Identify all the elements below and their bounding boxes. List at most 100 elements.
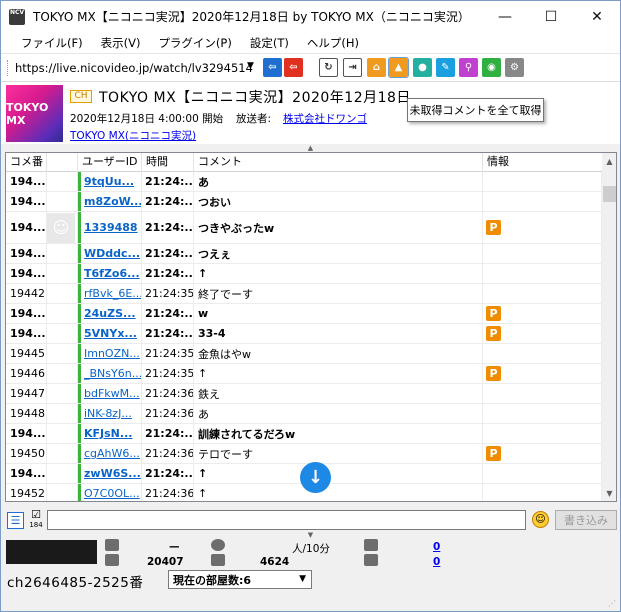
comment-number: 194... [6,324,47,343]
menu-view[interactable]: 表示(V) [101,35,141,51]
home-icon[interactable]: ⌂ [367,58,386,77]
scroll-down-icon[interactable]: ▼ [602,485,616,501]
community-link[interactable]: TOKYO MX(ニコニコ実況) [70,128,196,143]
disconnect-icon[interactable]: ⇦ [284,58,303,77]
post-button[interactable]: 書き込み [555,510,617,530]
table-row[interactable]: 19446 _BNsY6n... 21:24:35 ↑ P [6,364,602,384]
menu-plugin[interactable]: プラグイン(P) [158,35,231,51]
close-button[interactable]: ✕ [574,1,620,32]
on-icon[interactable]: ◉ [482,58,501,77]
url-combobox[interactable]: https://live.nicovideo.jp/watch/lv329451… [15,58,265,78]
user-id-link[interactable]: bdFkwM... [78,384,142,403]
comment-number: 194... [6,264,47,283]
hamburger-menu-icon[interactable]: ☰ [7,512,24,529]
avatar-cell [47,284,78,303]
table-row[interactable]: 194... 9tqUu... 21:24:... あ [6,172,602,192]
maximize-button[interactable]: ☐ [528,1,574,32]
user-id-link[interactable]: zwW6S... [78,464,142,483]
comment-grid[interactable]: コメ番 ユーザーID 時間 コメント 情報 194... 9tqUu... 21:2… [5,152,617,502]
column-header-no[interactable]: コメ番 [6,153,47,172]
comment-time: 21:24:... [142,264,194,283]
title-bar[interactable]: NCV TOKYO MX【ニコニコ実況】2020年12月18日 by TOKYO… [1,1,620,32]
chat-icon[interactable]: ✎ [436,58,455,77]
column-header-info[interactable]: 情報 [483,153,602,172]
column-header-user[interactable]: ユーザーID [78,153,142,172]
refresh-icon[interactable]: ↻ [319,58,338,77]
room-select[interactable]: 現在の部屋数:6 ▼ [168,570,312,589]
gear-icon[interactable]: ⚙ [505,58,524,77]
comment-text: 33-4 [194,324,483,343]
stats-panel: — 20407 人/10分 4624 0 0 [1,538,620,568]
comment-number: 194... [6,172,47,191]
comment-time: 21:24:36 [142,384,194,403]
menu-settings[interactable]: 設定(T) [250,35,289,51]
url-dropdown-icon[interactable]: ▼ [247,61,254,71]
user-id-link[interactable]: T6fZo6... [78,264,142,283]
table-row[interactable]: 19442 rfBvk_6E... 21:24:35 終了でーす [6,284,602,304]
splitter-handle[interactable]: ▲ [1,144,620,152]
info-cell [483,192,602,211]
user-id-link[interactable]: O7C0OL... [78,484,142,501]
info-cell [483,264,602,283]
table-row[interactable]: 194... ☺ 1339488 21:24:... つきやぶったw P [6,212,602,244]
user-id-link[interactable]: 5VNYx... [78,324,142,343]
table-row[interactable]: 194... T6fZo6... 21:24:... ↑ [6,264,602,284]
comment-count-dash: — [169,541,180,553]
table-row[interactable]: 194... m8ZoW... 21:24:... つおい [6,192,602,212]
get-all-icon[interactable]: ▲ [388,57,409,78]
toolbar-grip [7,60,9,76]
user-icon[interactable]: ● [413,58,432,77]
avatar-cell [47,304,78,323]
export-icon[interactable]: ⇥ [343,58,362,77]
vertical-scrollbar[interactable]: ▲ ▼ [602,153,616,501]
comment-bubble-icon [105,539,119,551]
table-row[interactable]: 19448 iNK-8zJ... 21:24:36 あ [6,404,602,424]
table-row[interactable]: 194... 24uZS... 21:24:... w P [6,304,602,324]
avatar-cell [47,404,78,423]
user-id-link[interactable]: 24uZS... [78,304,142,323]
table-row[interactable]: 19450 cgAhW6... 21:24:36 テロでーす P [6,444,602,464]
table-row[interactable]: 19447 bdFkwM... 21:24:36 鉄え [6,384,602,404]
user-id-link[interactable]: _BNsY6n... [78,364,142,383]
user-id-link[interactable]: cgAhW6... [78,444,142,463]
viewer-count: 4624 [260,556,290,568]
avatar-cell [47,244,78,263]
ad-points-link[interactable]: 0 [433,541,440,553]
minimize-button[interactable]: — [482,1,528,32]
table-row[interactable]: 19445 ImnOZN... 21:24:35 金魚はやw [6,344,602,364]
checkbox-icon: ☑ [31,508,41,521]
resize-grip-icon[interactable]: ⋰ [608,599,616,608]
user-id-link[interactable]: rfBvk_6E... [78,284,142,303]
table-row[interactable]: 194... KFJsN... 21:24:... 訓練されてるだろw [6,424,602,444]
column-header-avatar[interactable] [47,153,78,172]
menu-help[interactable]: ヘルプ(H) [307,35,359,51]
broadcaster-link[interactable]: 株式会社ドワンゴ [283,111,367,126]
emoji-icon[interactable]: ☺ [532,511,549,528]
app-window: NCV TOKYO MX【ニコニコ実況】2020年12月18日 by TOKYO… [0,0,621,612]
search-icon[interactable]: ⚲ [459,58,478,77]
user-id-link[interactable]: 9tqUu... [78,172,142,191]
table-row[interactable]: 194... 5VNYx... 21:24:... 33-4 P [6,324,602,344]
comment-text: つおい [194,192,483,211]
user-id-link[interactable]: 1339488 [78,212,142,243]
scroll-up-icon[interactable]: ▲ [602,153,616,169]
column-header-comment[interactable]: コメント [194,153,483,172]
avatar-cell [47,424,78,443]
table-row[interactable]: 194... WDddc... 21:24:... つえぇ [6,244,602,264]
comment-text: ↑ [194,364,483,383]
scroll-thumb[interactable] [603,186,616,202]
connect-icon[interactable]: ⇦ [263,58,282,77]
user-id-link[interactable]: iNK-8zJ... [78,404,142,423]
gift-points-link[interactable]: 0 [433,556,440,568]
user-id-link[interactable]: KFJsN... [78,424,142,443]
scroll-to-bottom-button[interactable]: ↓ [300,462,331,493]
comment-time: 21:24:... [142,324,194,343]
user-id-link[interactable]: m8ZoW... [78,192,142,211]
menu-file[interactable]: ファイル(F) [21,35,83,51]
user-id-link[interactable]: ImnOZN... [78,344,142,363]
anonymous-checkbox[interactable]: ☑ 184 [28,509,44,531]
user-id-link[interactable]: WDddc... [78,244,142,263]
column-header-time[interactable]: 時間 [142,153,194,172]
comment-input[interactable] [47,510,526,530]
comment-number: 19448 [6,404,47,423]
